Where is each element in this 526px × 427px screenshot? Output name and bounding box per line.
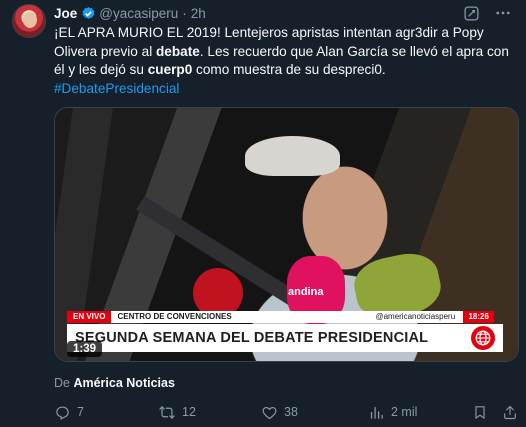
tweet-action-bar: 7 12 38 2 mil [54, 402, 520, 422]
tweet-text-bold-cuerpo: cuerp0 [147, 62, 193, 77]
views-count: 2 mil [391, 405, 418, 419]
author-handle[interactable]: @yacasiperu [99, 6, 178, 21]
video-player[interactable]: andina EN VIVO CENTRO DE CONVENCIONES @a… [54, 107, 519, 362]
location-label: CENTRO DE CONVENCIONES [111, 311, 372, 323]
tweet-timestamp[interactable]: 2h [191, 6, 206, 21]
video-duration: 1:39 [67, 341, 103, 357]
person-hair [245, 136, 340, 176]
share-icon [502, 404, 518, 421]
tweet-card[interactable]: Joe @yacasiperu · 2h ¡EL APRA MURIO EL 2… [0, 0, 526, 427]
tweet-text-bold-debate: debate [156, 43, 200, 59]
views-icon [368, 404, 385, 421]
like-button[interactable]: 38 [261, 404, 298, 421]
more-icon[interactable] [494, 4, 512, 22]
news-headline-bar: SEGUNDA SEMANA DEL DEBATE PRESIDENCIAL [67, 324, 503, 352]
grok-icon[interactable] [463, 5, 480, 22]
repost-button[interactable]: 12 [158, 404, 196, 421]
bookmark-icon [472, 404, 488, 421]
reply-count: 7 [77, 405, 84, 419]
tweet-top-actions [463, 4, 512, 22]
header-separator: · [182, 5, 187, 21]
source-prefix: De [54, 376, 70, 390]
verified-badge-icon [81, 6, 96, 21]
reply-button[interactable]: 7 [54, 404, 84, 421]
tweet-text: ¡EL APRA MURIO EL 2019! Lentejeros apris… [54, 24, 514, 98]
broadcast-clock: 18:26 [463, 311, 494, 323]
hashtag-link[interactable]: #DebatePresidencial [54, 80, 514, 99]
reply-icon [54, 404, 71, 421]
repost-icon [158, 404, 176, 421]
social-handle-label: @americanoticiasperu [371, 311, 464, 323]
author-name[interactable]: Joe [54, 6, 77, 21]
media-source: De América Noticias [54, 376, 175, 390]
repost-count: 12 [182, 405, 196, 419]
mic-brand-label: andina [288, 286, 324, 298]
share-button[interactable] [502, 404, 518, 421]
like-icon [261, 404, 278, 421]
author-avatar[interactable] [12, 4, 46, 38]
tweet-header: Joe @yacasiperu · 2h [54, 4, 206, 22]
live-tag: EN VIVO [67, 311, 112, 323]
views-button[interactable]: 2 mil [368, 404, 417, 421]
like-count: 38 [284, 405, 298, 419]
news-ticker-bar: EN VIVO CENTRO DE CONVENCIONES @american… [67, 311, 494, 323]
america-globe-logo-icon [471, 326, 495, 350]
news-headline: SEGUNDA SEMANA DEL DEBATE PRESIDENCIAL [75, 330, 429, 346]
source-account-link[interactable]: América Noticias [73, 376, 174, 390]
bookmark-button[interactable] [472, 404, 488, 421]
tweet-text-part3: como muestra de su despreci0. [192, 62, 386, 77]
